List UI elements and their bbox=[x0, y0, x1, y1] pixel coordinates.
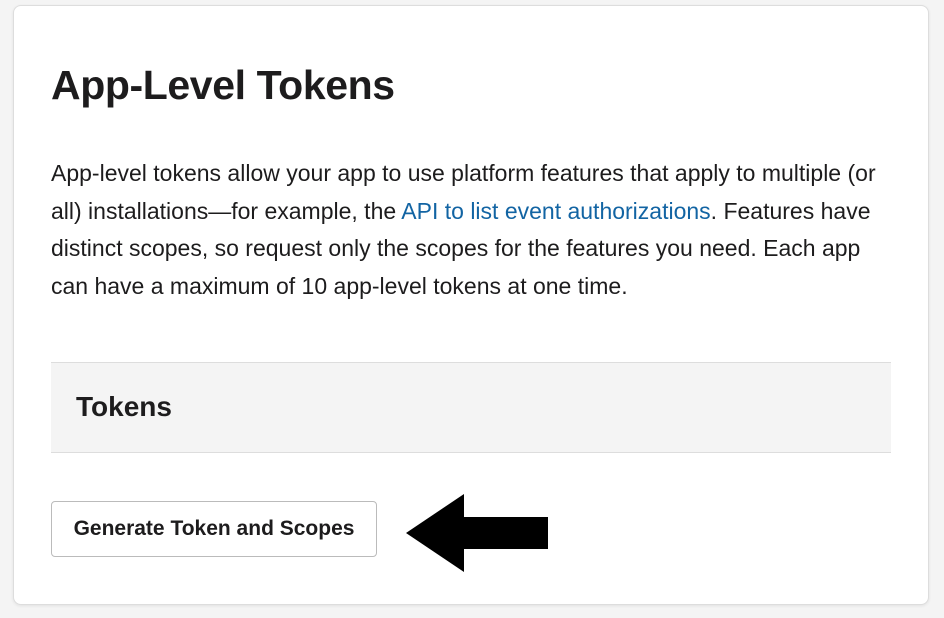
tokens-heading: Tokens bbox=[76, 391, 172, 422]
page-title: App-Level Tokens bbox=[51, 62, 395, 108]
left-arrow-icon bbox=[406, 494, 548, 572]
tokens-section: Tokens bbox=[51, 362, 891, 453]
app-level-tokens-card: App-Level Tokens App-level tokens allow … bbox=[13, 5, 929, 605]
description-text: App-level tokens allow your app to use p… bbox=[51, 155, 896, 305]
api-list-event-authorizations-link[interactable]: API to list event authorizations bbox=[401, 198, 710, 224]
generate-token-and-scopes-button[interactable]: Generate Token and Scopes bbox=[51, 501, 377, 557]
